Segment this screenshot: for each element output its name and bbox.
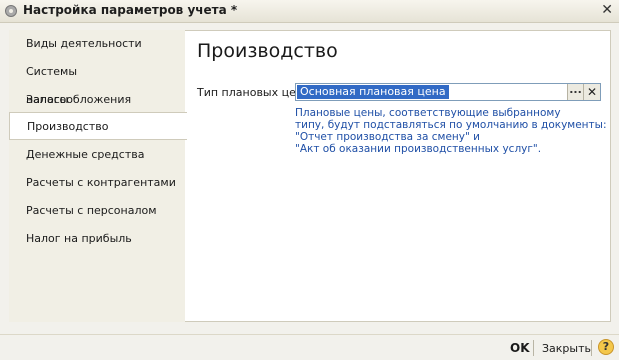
nav-item-personnel[interactable]: Расчеты с персоналом	[9, 197, 185, 225]
close-button[interactable]: Закрыть	[542, 342, 591, 355]
window-title: Настройка параметров учета *	[23, 3, 238, 17]
planned-price-type-label: Тип плановых цен:	[197, 86, 307, 99]
help-icon[interactable]: ?	[598, 339, 614, 355]
settings-sections-nav: Виды деятельности Системы налогообложени…	[9, 30, 187, 322]
planned-price-hint: Плановые цены, соответствующие выбранном…	[295, 107, 607, 155]
nav-item-cash[interactable]: Денежные средства	[9, 141, 185, 169]
window-titlebar: Настройка параметров учета * ✕	[0, 0, 619, 23]
hint-line: "Акт об оказании производственных услуг"…	[295, 143, 542, 155]
hint-line: Плановые цены, соответствующие выбранном…	[295, 107, 561, 119]
planned-price-type-field[interactable]: Основная плановая цена ... ✕	[295, 83, 601, 101]
dialog-footer: OK Закрыть ?	[0, 334, 619, 360]
nav-item-production[interactable]: Производство	[9, 112, 187, 140]
page-title: Производство	[197, 40, 338, 62]
footer-divider	[591, 340, 592, 356]
select-button[interactable]: ...	[567, 84, 583, 100]
nav-item-tax-systems[interactable]: Системы налогообложения	[9, 58, 185, 106]
production-settings-panel: Производство Тип плановых цен: Основная …	[185, 30, 611, 322]
nav-item-counterparties[interactable]: Расчеты с контрагентами	[9, 169, 185, 197]
clear-icon[interactable]: ✕	[583, 84, 600, 100]
nav-item-profit-tax[interactable]: Налог на прибыль	[9, 225, 185, 253]
gear-icon	[5, 5, 17, 17]
planned-price-type-value[interactable]: Основная плановая цена	[297, 85, 449, 99]
hint-line: "Отчет производства за смену" и	[295, 131, 480, 143]
close-icon[interactable]: ✕	[601, 2, 613, 18]
footer-divider	[533, 340, 534, 356]
nav-item-inventory[interactable]: Запасы	[9, 86, 185, 114]
hint-line: типу, будут подставляться по умолчанию в…	[295, 119, 607, 131]
ok-button[interactable]: OK	[510, 341, 530, 355]
nav-item-activities[interactable]: Виды деятельности	[9, 30, 185, 58]
